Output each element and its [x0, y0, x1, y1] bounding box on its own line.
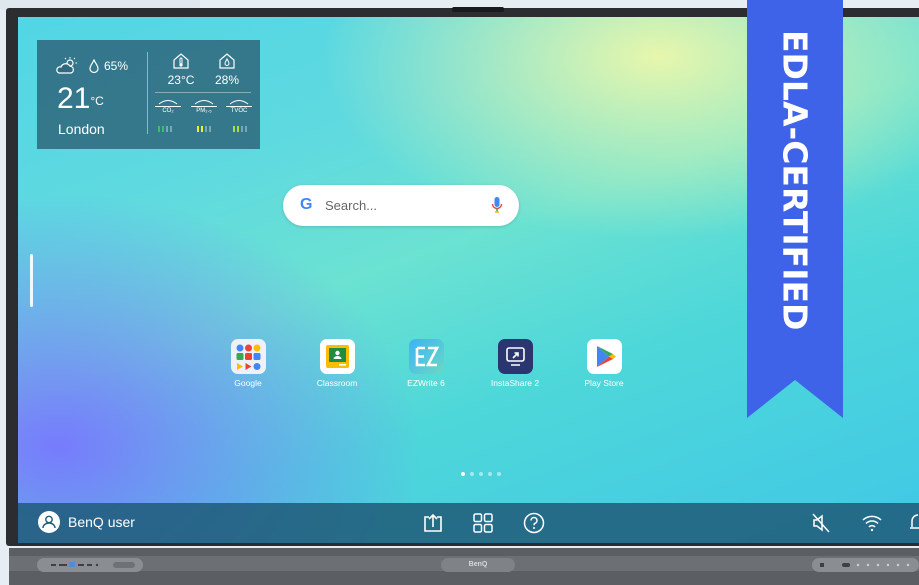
user-avatar-icon [38, 511, 60, 533]
google-apps-folder-icon [230, 339, 266, 374]
outdoor-weather: 65% 21°C London [37, 40, 147, 149]
temperature-display: 21°C [57, 84, 104, 114]
app-instashare[interactable]: InstaShare 2 [485, 339, 545, 388]
tvoc-sensor-icon [229, 100, 249, 105]
classroom-icon [319, 339, 355, 374]
page-dot[interactable] [479, 472, 483, 476]
weather-status-row: 65% [56, 57, 128, 75]
page-dot[interactable] [488, 472, 492, 476]
pm25-sensor-icon [194, 100, 214, 105]
app-label-classroom: Classroom [316, 378, 358, 388]
tvoc-level-bars [233, 126, 247, 132]
apps-grid-icon[interactable] [472, 512, 494, 534]
co2-level-bars [158, 126, 172, 132]
indoor-humidity: 28% [214, 73, 240, 87]
app-ezwrite[interactable]: EZWrite 6 [396, 339, 456, 388]
user-account-button[interactable]: BenQ user [38, 511, 135, 533]
mute-icon[interactable] [811, 512, 831, 534]
pm25-label: PM₂.₅ [191, 106, 217, 114]
indoor-temperature: 23°C [167, 73, 195, 87]
partly-sunny-icon [56, 57, 77, 74]
display-bottom-bezel: BenQ [9, 548, 919, 585]
tvoc-label: TVOC [226, 106, 252, 114]
wifi-icon[interactable] [861, 512, 883, 534]
app-label-instashare: InstaShare 2 [490, 378, 540, 388]
co2-label: CO₂ [155, 106, 181, 114]
app-label-play-store: Play Store [584, 378, 624, 388]
page-dot[interactable] [497, 472, 501, 476]
microphone-icon[interactable] [491, 196, 503, 214]
temperature-unit: °C [90, 94, 104, 108]
taskbar: BenQ user [18, 503, 919, 543]
side-panel-handle[interactable] [30, 254, 33, 307]
control-buttons-icon [820, 563, 910, 567]
page-dot[interactable] [470, 472, 474, 476]
page-dot[interactable] [461, 472, 465, 476]
indoor-temperature-icon [173, 53, 189, 69]
app-classroom[interactable]: Classroom [307, 339, 367, 388]
camera-module [452, 7, 504, 12]
app-google[interactable]: Google [218, 339, 278, 388]
pm25-level-bars [197, 126, 211, 132]
benq-logo: BenQ [441, 558, 515, 572]
share-screen-icon[interactable] [422, 512, 444, 534]
humidity-drop-icon [89, 59, 99, 73]
google-logo-icon: G [300, 196, 313, 213]
help-icon[interactable] [523, 512, 545, 534]
co2-sensor-icon [158, 100, 178, 105]
temperature-value: 21 [57, 82, 91, 115]
ribbon-label: EDLA-CERTIFIED [747, 0, 843, 360]
play-store-icon [586, 339, 622, 374]
front-buttons [812, 558, 919, 572]
weather-widget[interactable]: 65% 21°C London 23°C 28% CO₂ PM₂.₅ TVOC [37, 40, 260, 149]
search-placeholder: Search... [325, 198, 378, 213]
sensor-divider [155, 92, 251, 93]
ezwrite-icon [408, 339, 444, 374]
app-play-store[interactable]: Play Store [574, 339, 634, 388]
front-ports [37, 558, 143, 572]
humidity-value: 65% [104, 59, 129, 73]
edla-certified-ribbon: EDLA-CERTIFIED [747, 0, 843, 418]
ribbon-text: EDLA-CERTIFIED [775, 29, 815, 331]
page-indicator[interactable] [461, 472, 501, 476]
google-search-bar[interactable]: G Search... [283, 185, 519, 226]
usb-ports-icon [51, 562, 135, 568]
user-name: BenQ user [68, 514, 135, 530]
weather-divider [147, 52, 148, 134]
notification-icon[interactable] [909, 512, 919, 534]
instashare-icon [497, 339, 533, 374]
app-label-google: Google [234, 378, 262, 388]
city-name: London [58, 121, 105, 137]
app-label-ezwrite: EZWrite 6 [407, 378, 445, 388]
indoor-humidity-icon [219, 53, 235, 69]
